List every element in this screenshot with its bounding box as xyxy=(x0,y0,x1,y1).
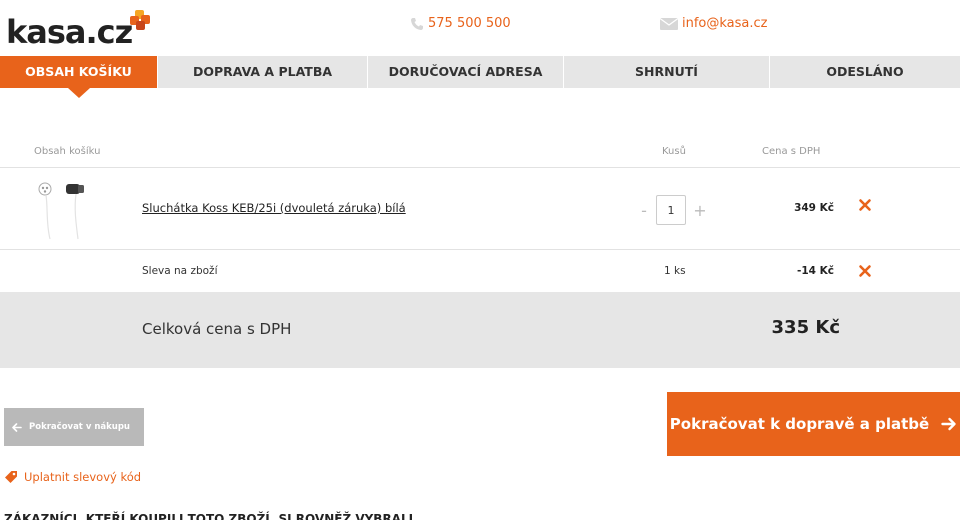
phone-number: 575 500 500 xyxy=(428,16,511,31)
qty-input[interactable] xyxy=(656,195,686,225)
discount-row: Sleva na zboží 1 ks -14 Kč xyxy=(0,251,960,292)
apply-coupon-label: Uplatnit slevový kód xyxy=(24,470,142,484)
cart-item-row: Sluchátka Koss KEB/25i (dvouletá záruka)… xyxy=(0,169,960,250)
total-label: Celková cena s DPH xyxy=(142,320,292,338)
checkout-steps: OBSAH KOŠÍKU DOPRAVA A PLATBA DORUČOVACÍ… xyxy=(0,56,960,98)
phone-icon xyxy=(411,17,423,30)
apply-coupon-link[interactable]: Uplatnit slevový kód xyxy=(4,470,141,484)
arrow-left-icon xyxy=(12,422,22,432)
recommendations-heading: ZÁKAZNÍCI, KTEŘÍ KOUPILI TOTO ZBOŽÍ, SI … xyxy=(4,512,414,520)
cart-table-header: Obsah košíku Kusů Cena s DPH xyxy=(0,140,960,168)
continue-to-shipping-label: Pokračovat k dopravě a platbě xyxy=(669,415,930,433)
step-cart-contents[interactable]: OBSAH KOŠÍKU xyxy=(0,56,158,98)
quantity-stepper: - + xyxy=(636,195,708,225)
continue-shopping-button[interactable]: Pokračovat v nákupu xyxy=(4,408,144,446)
site-logo[interactable]: kasa.cz xyxy=(6,14,133,50)
total-value: 335 Kč xyxy=(771,317,840,338)
logo-mark-icon xyxy=(130,10,150,30)
step-summary[interactable]: SHRNUTÍ xyxy=(564,56,770,88)
cart-total-row: Celková cena s DPH 335 Kč xyxy=(0,292,960,368)
col-quantity: Kusů xyxy=(662,146,686,157)
product-thumbnail[interactable] xyxy=(30,179,96,241)
item-price: 349 Kč xyxy=(794,202,834,214)
tag-icon xyxy=(5,471,17,483)
qty-decrease-button[interactable]: - xyxy=(636,201,652,220)
email-address: info@kasa.cz xyxy=(682,16,768,31)
col-price: Cena s DPH xyxy=(762,146,821,157)
step-sent[interactable]: ODESLÁNO xyxy=(770,56,960,88)
product-name-link[interactable]: Sluchátka Koss KEB/25i (dvouletá záruka)… xyxy=(142,201,406,215)
col-cart-contents: Obsah košíku xyxy=(34,146,101,157)
discount-price: -14 Kč xyxy=(797,265,834,277)
discount-name: Sleva na zboží xyxy=(142,265,218,277)
continue-shopping-label: Pokračovat v nákupu xyxy=(29,422,130,432)
arrow-right-icon xyxy=(941,417,956,431)
site-header: kasa.cz 575 500 500 info@kasa.cz xyxy=(0,0,960,56)
remove-item-icon[interactable] xyxy=(858,198,872,212)
phone-contact[interactable]: 575 500 500 xyxy=(410,16,511,31)
remove-discount-icon[interactable] xyxy=(858,264,872,278)
qty-increase-button[interactable]: + xyxy=(692,201,708,220)
step-shipping-payment[interactable]: DOPRAVA A PLATBA xyxy=(158,56,368,88)
discount-qty: 1 ks xyxy=(664,265,686,277)
envelope-icon xyxy=(660,17,678,30)
email-contact[interactable]: info@kasa.cz xyxy=(660,16,768,31)
continue-to-shipping-button[interactable]: Pokračovat k dopravě a platbě xyxy=(667,392,960,456)
step-delivery-address[interactable]: DORUČOVACÍ ADRESA xyxy=(368,56,564,88)
